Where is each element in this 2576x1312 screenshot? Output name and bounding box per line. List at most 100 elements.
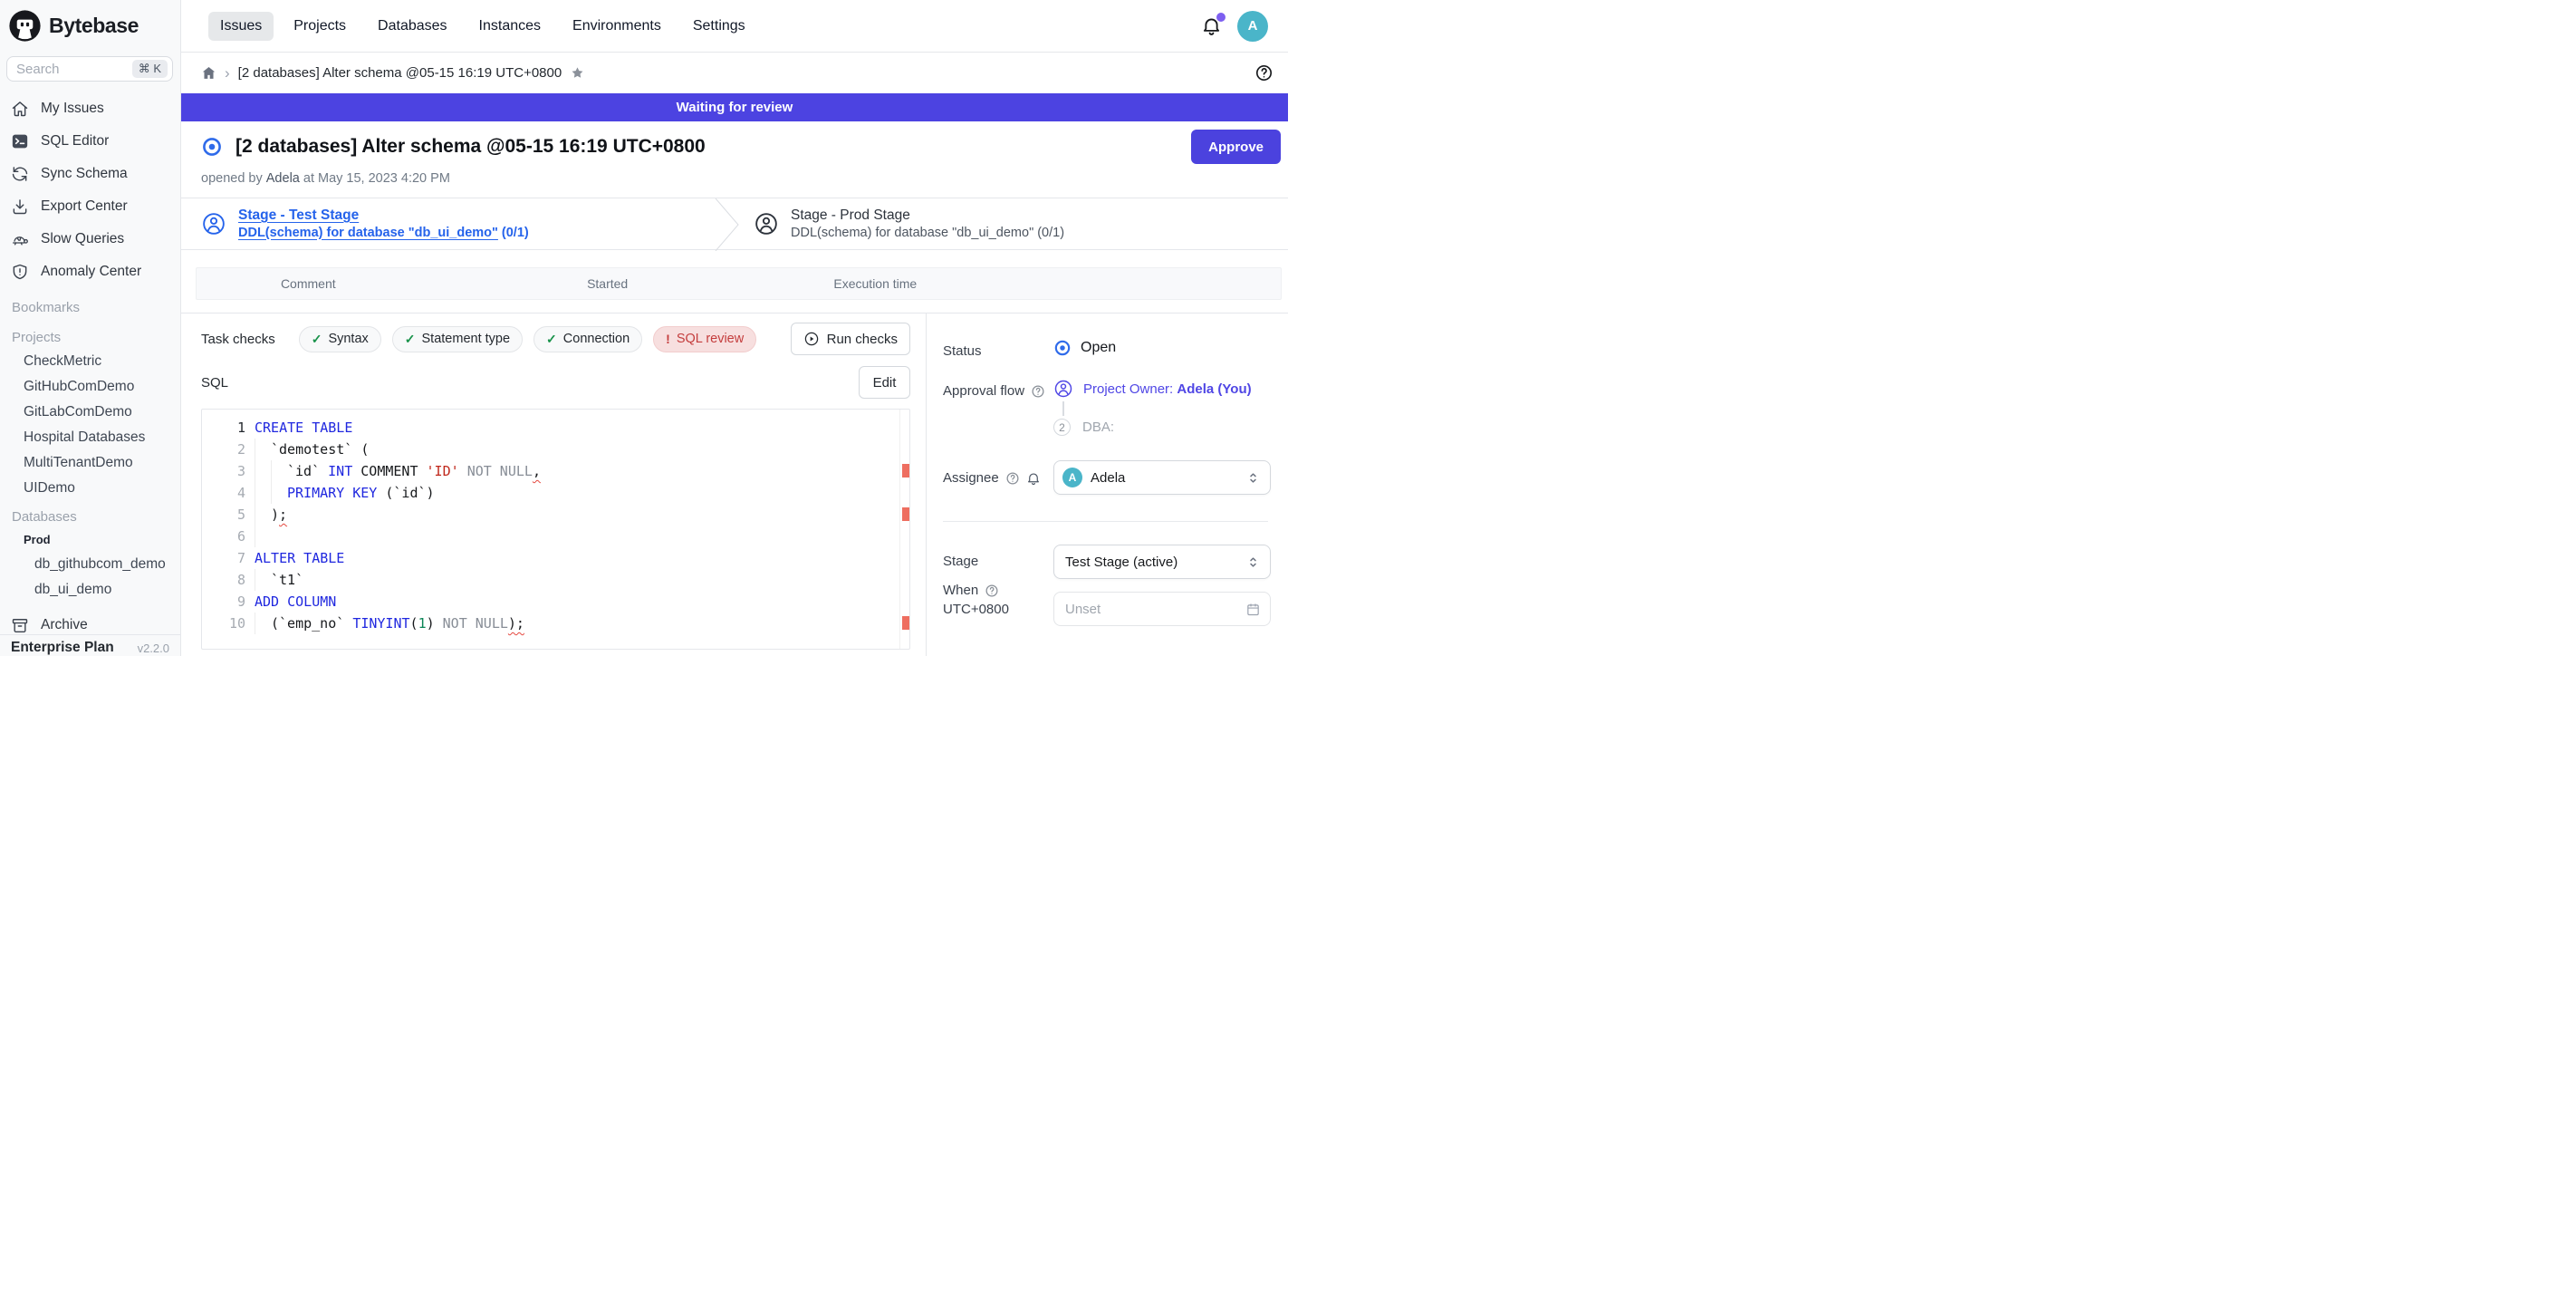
issue-title: [2 databases] Alter schema @05-15 16:19 … <box>235 136 706 158</box>
step-role: DBA: <box>1082 420 1114 435</box>
plan-bar: Enterprise Plan v2.2.0 <box>0 634 180 656</box>
open-status-icon <box>1053 339 1072 357</box>
notify-assignee-icon[interactable] <box>1026 471 1041 486</box>
search-box[interactable]: ⌘ K <box>6 56 173 82</box>
export-center-icon <box>11 198 29 216</box>
bytebase-logo-icon <box>8 9 42 43</box>
prod-database-list: db_githubcom_demodb_ui_demo <box>0 552 180 603</box>
code-line-7: 7ALTER TABLE <box>202 547 909 569</box>
search-input[interactable] <box>16 62 132 77</box>
sql-section-header: SQL Edit <box>201 365 910 400</box>
topbar: Issues Projects Databases Instances Environm… <box>181 0 1288 53</box>
project-item-githubcomdemo[interactable]: GitHubComDemo <box>0 374 180 400</box>
breadcrumb-home-icon[interactable] <box>201 65 216 81</box>
code-line-4: 4PRIMARY KEY (`id`) <box>202 482 909 504</box>
column-execution-time: Execution time <box>795 276 956 291</box>
project-item-hospital-databases[interactable]: Hospital Databases <box>0 425 180 450</box>
nav-tab-environments[interactable]: Environments <box>561 12 673 41</box>
issue-author[interactable]: Adela <box>266 171 300 186</box>
sidebar-item-export-center[interactable]: Export Center <box>0 190 180 223</box>
nav-tab-settings[interactable]: Settings <box>681 12 757 41</box>
check-pill-syntax[interactable]: ✓Syntax <box>299 326 381 352</box>
status-banner: Waiting for review <box>181 93 1288 121</box>
help-icon <box>1254 63 1274 82</box>
stage-title-link[interactable]: Stage - Test Stage <box>238 207 529 225</box>
edit-sql-button[interactable]: Edit <box>859 366 910 399</box>
status-value: Open <box>1081 340 1116 356</box>
stage-strip: Stage - Test Stage DDL(schema) for datab… <box>181 198 1288 250</box>
step-number: 2 <box>1053 419 1071 436</box>
run-checks-button[interactable]: Run checks <box>791 323 910 355</box>
bytebase-app: Bytebase ⌘ K My IssuesSQL EditorSync Sch… <box>0 0 1288 656</box>
sidebar-nav: My IssuesSQL EditorSync SchemaExport Cen… <box>0 92 180 288</box>
brand-name: Bytebase <box>49 14 139 38</box>
code-line-3: 3`id` INT COMMENT 'ID' NOT NULL, <box>202 460 909 482</box>
project-item-gitlabcomdemo[interactable]: GitLabComDemo <box>0 400 180 425</box>
user-avatar[interactable]: A <box>1237 11 1268 42</box>
code-line-5: 5); <box>202 504 909 526</box>
home-icon <box>11 100 29 118</box>
sql-code: 1CREATE TABLE2`demotest` (3`id` INT COMM… <box>202 417 909 634</box>
archive-icon <box>11 616 29 634</box>
sidebar-item-anomaly-center[interactable]: Anomaly Center <box>0 256 180 288</box>
chevron-updown-icon <box>1245 555 1261 570</box>
nav-tab-databases[interactable]: Databases <box>366 12 459 41</box>
nav-tab-instances[interactable]: Instances <box>467 12 553 41</box>
approver-person-icon <box>1053 379 1073 399</box>
panel-divider <box>943 521 1268 522</box>
database-item-db-githubcom-demo[interactable]: db_githubcom_demo <box>0 552 180 577</box>
stage-person-icon <box>754 211 779 236</box>
bytebase-logo[interactable]: Bytebase <box>0 0 180 51</box>
stage-task-count: (0/1) <box>502 226 529 240</box>
help-icon[interactable] <box>1005 471 1020 486</box>
nav-tab-projects[interactable]: Projects <box>282 12 358 41</box>
code-line-6: 6 <box>202 526 909 547</box>
approval-flow-label: Approval flow <box>943 382 1045 400</box>
help-icon[interactable] <box>985 584 999 598</box>
assignee-select[interactable]: A Adela <box>1053 460 1271 495</box>
sidebar-item-slow-queries[interactable]: Slow Queries <box>0 223 180 256</box>
opened-at: at May 15, 2023 4:20 PM <box>303 171 450 186</box>
check-pill-sql-review[interactable]: !SQL review <box>653 326 756 352</box>
notifications-button[interactable] <box>1201 15 1222 36</box>
nav-tab-issues[interactable]: Issues <box>208 12 274 41</box>
task-checks-label: Task checks <box>201 332 275 347</box>
check-pill-statement-type[interactable]: ✓Statement type <box>392 326 523 352</box>
project-item-checkmetric[interactable]: CheckMetric <box>0 349 180 374</box>
sidebar-item-sync-schema[interactable]: Sync Schema <box>0 158 180 190</box>
projects-list: CheckMetricGitHubComDemoGitLabComDemoHos… <box>0 349 180 501</box>
sidebar-item-my-issues[interactable]: My Issues <box>0 92 180 125</box>
play-circle-icon <box>803 331 820 347</box>
sql-editor[interactable]: 1CREATE TABLE2`demotest` (3`id` INT COMM… <box>201 409 910 650</box>
sidebar-item-sql-editor[interactable]: SQL Editor <box>0 125 180 158</box>
stage-select[interactable]: Test Stage (active) <box>1053 545 1271 579</box>
code-line-9: 9ADD COLUMN <box>202 591 909 613</box>
database-item-db-ui-demo[interactable]: db_ui_demo <box>0 577 180 603</box>
project-item-uidemo[interactable]: UIDemo <box>0 476 180 501</box>
approval-connector <box>1062 401 1064 416</box>
issue-header: [2 databases] Alter schema @05-15 16:19 … <box>201 127 1281 167</box>
sql-editor-icon <box>11 132 29 150</box>
approve-button[interactable]: Approve <box>1191 130 1281 164</box>
sidebar: Bytebase ⌘ K My IssuesSQL EditorSync Sch… <box>0 0 181 656</box>
project-item-multitenantdemo[interactable]: MultiTenantDemo <box>0 450 180 476</box>
bookmarks-section-label: Bookmarks <box>0 297 180 319</box>
projects-section-label: Projects <box>0 327 180 349</box>
help-icon[interactable] <box>1031 384 1045 399</box>
chevron-updown-icon <box>1245 470 1261 486</box>
breadcrumb-issue-label[interactable]: [2 databases] Alter schema @05-15 16:19 … <box>238 65 562 81</box>
owner-name[interactable]: Adela (You) <box>1177 381 1251 397</box>
breadcrumb: › [2 databases] Alter schema @05-15 16:1… <box>181 53 1288 93</box>
stage-title: Stage - Prod Stage <box>791 207 1064 225</box>
sidebar-item-label: Archive <box>41 617 88 633</box>
error-ruler-mark <box>902 507 909 521</box>
bookmark-star-icon[interactable] <box>570 65 585 81</box>
when-input[interactable]: Unset <box>1053 592 1271 626</box>
check-pill-connection[interactable]: ✓Connection <box>533 326 642 352</box>
stage-task-link[interactable]: DDL(schema) for database "db_ui_demo" <box>238 226 498 240</box>
help-button[interactable] <box>1254 63 1274 82</box>
plan-version: v2.2.0 <box>138 640 169 655</box>
stage-prod-stage[interactable]: Stage - Prod Stage DDL(schema) for datab… <box>754 198 1064 249</box>
owner-role: Project Owner: <box>1083 381 1173 397</box>
issue-meta: opened by Adela at May 15, 2023 4:20 PM <box>201 171 450 186</box>
